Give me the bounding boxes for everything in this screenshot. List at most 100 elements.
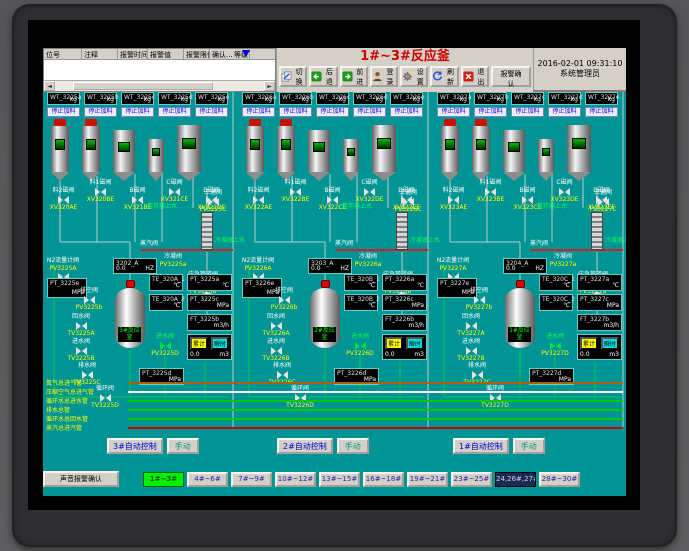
totalizer-instant-button[interactable]: 瞬时 [601,337,619,350]
stop-feed-button[interactable]: 停止加料 [195,107,228,117]
page-nav-button[interactable]: 28#~30# [539,472,580,487]
valve-icon[interactable] [95,188,106,196]
stop-feed-button[interactable]: 停止加料 [279,107,312,117]
condenser[interactable] [396,212,408,250]
valve-icon[interactable] [271,347,282,355]
valve-icon[interactable] [598,198,609,206]
alarm-filter-icon[interactable] [242,50,250,57]
feed-hopper[interactable] [472,126,490,172]
page-nav-button[interactable]: 23#~25# [451,472,492,487]
alarm-column-header[interactable]: 报警限值 [184,49,210,59]
alarm-scrollbar[interactable]: ◄ ► [44,80,275,91]
feed-hopper[interactable] [177,125,201,172]
exit-button[interactable]: 退出 [461,66,489,87]
valve-icon[interactable] [271,322,282,330]
page-nav-button[interactable]: 4#~6# [187,472,228,487]
valve-icon[interactable] [403,198,414,206]
page-nav-button[interactable]: 19#~21# [407,472,448,487]
valve-icon[interactable] [253,196,264,204]
manual-button[interactable]: 手动 [513,438,545,454]
stop-feed-button[interactable]: 停止加料 [353,107,386,117]
page-nav-button[interactable]: 24,26#,27# [495,472,536,487]
stop-feed-button[interactable]: 停止加料 [548,107,581,117]
feed-hopper[interactable] [308,130,330,172]
switch-button[interactable]: 切换 [279,66,307,87]
stop-feed-button[interactable]: 停止加料 [511,107,544,117]
valve-icon[interactable] [160,342,171,350]
stop-feed-button[interactable]: 停止加料 [390,107,423,117]
auto-control-button[interactable]: 2#自动控制 [277,438,333,454]
feed-hopper[interactable] [246,126,264,172]
feed-hopper[interactable] [148,139,164,172]
valve-icon[interactable] [485,188,496,196]
feed-hopper[interactable] [277,126,295,172]
feed-hopper[interactable] [51,126,69,172]
feed-hopper[interactable] [567,125,591,172]
manual-button[interactable]: 手动 [167,438,199,454]
valve-icon[interactable] [58,196,69,204]
feed-hopper[interactable] [538,139,554,172]
valve-icon[interactable] [76,347,87,355]
reactor-vessel[interactable]: 3#反应釜 [115,288,145,348]
valve-icon[interactable] [290,188,301,196]
settings-button[interactable]: 设置 [400,66,428,87]
totalizer-instant-button[interactable]: 瞬时 [406,337,424,350]
valve-icon[interactable] [132,196,143,204]
stop-feed-button[interactable]: 停止加料 [585,107,618,117]
alarm-column-header[interactable]: 位号 [44,49,82,59]
page-nav-button[interactable]: 13#~15# [319,472,360,487]
feed-hopper[interactable] [343,139,359,172]
page-nav-button[interactable]: 16#~18# [363,472,404,487]
valve-icon[interactable] [364,188,375,196]
alarm-column-header[interactable]: 注释 [82,49,118,59]
alarm-confirm-button[interactable]: 报警确认 [491,66,531,87]
stop-feed-button[interactable]: 停止加料 [242,107,275,117]
feed-hopper[interactable] [503,130,525,172]
totalizer-instant-button[interactable]: 瞬时 [211,337,229,350]
stop-feed-button[interactable]: 停止加料 [158,107,191,117]
alarm-column-header[interactable]: 确认... [210,49,232,59]
feed-hopper[interactable] [372,125,396,172]
alarm-column-header[interactable]: 报警值 [148,49,184,59]
valve-icon[interactable] [208,198,219,206]
stop-feed-button[interactable]: 停止加料 [474,107,507,117]
reactor-vessel[interactable]: 1#反应釜 [505,288,535,348]
condenser[interactable] [201,212,213,250]
valve-icon[interactable] [279,296,290,304]
totalizer-total-button[interactable]: 累计 [580,337,598,350]
valve-icon[interactable] [522,196,533,204]
reactor-vessel[interactable]: 2#反应釜 [310,288,340,348]
auto-control-button[interactable]: 3#自动控制 [107,438,163,454]
valve-icon[interactable] [550,342,561,350]
page-nav-button[interactable]: 10#~12# [275,472,316,487]
totalizer-total-button[interactable]: 累计 [190,337,208,350]
scrollbar-thumb[interactable] [73,82,213,90]
valve-icon[interactable] [169,188,180,196]
feed-hopper[interactable] [113,130,135,172]
manual-button[interactable]: 手动 [337,438,369,454]
alarm-column-header[interactable]: 报警时间 [118,49,148,59]
stop-feed-button[interactable]: 停止加料 [121,107,154,117]
totalizer-total-button[interactable]: 累计 [385,337,403,350]
auto-control-button[interactable]: 1#自动控制 [453,438,509,454]
refresh-button[interactable]: 刷新 [430,66,458,87]
page-nav-button[interactable]: 1#~3# [143,472,184,487]
feed-hopper[interactable] [441,126,459,172]
valve-icon[interactable] [84,296,95,304]
sound-alarm-ack-button[interactable]: 声音报警确认 [43,471,119,487]
valve-icon[interactable] [466,347,477,355]
condenser[interactable] [591,212,603,250]
stop-feed-button[interactable]: 停止加料 [47,107,80,117]
valve-icon[interactable] [559,188,570,196]
stop-feed-button[interactable]: 停止加料 [437,107,470,117]
page-nav-button[interactable]: 7#~9# [231,472,272,487]
valve-icon[interactable] [474,296,485,304]
valve-icon[interactable] [327,196,338,204]
login-button[interactable]: 登录 [370,66,398,87]
forward-button[interactable]: 前进 [340,66,368,87]
stop-feed-button[interactable]: 停止加料 [84,107,117,117]
valve-icon[interactable] [76,322,87,330]
feed-hopper[interactable] [82,126,100,172]
valve-icon[interactable] [355,342,366,350]
scroll-left-icon[interactable]: ◄ [44,81,55,91]
